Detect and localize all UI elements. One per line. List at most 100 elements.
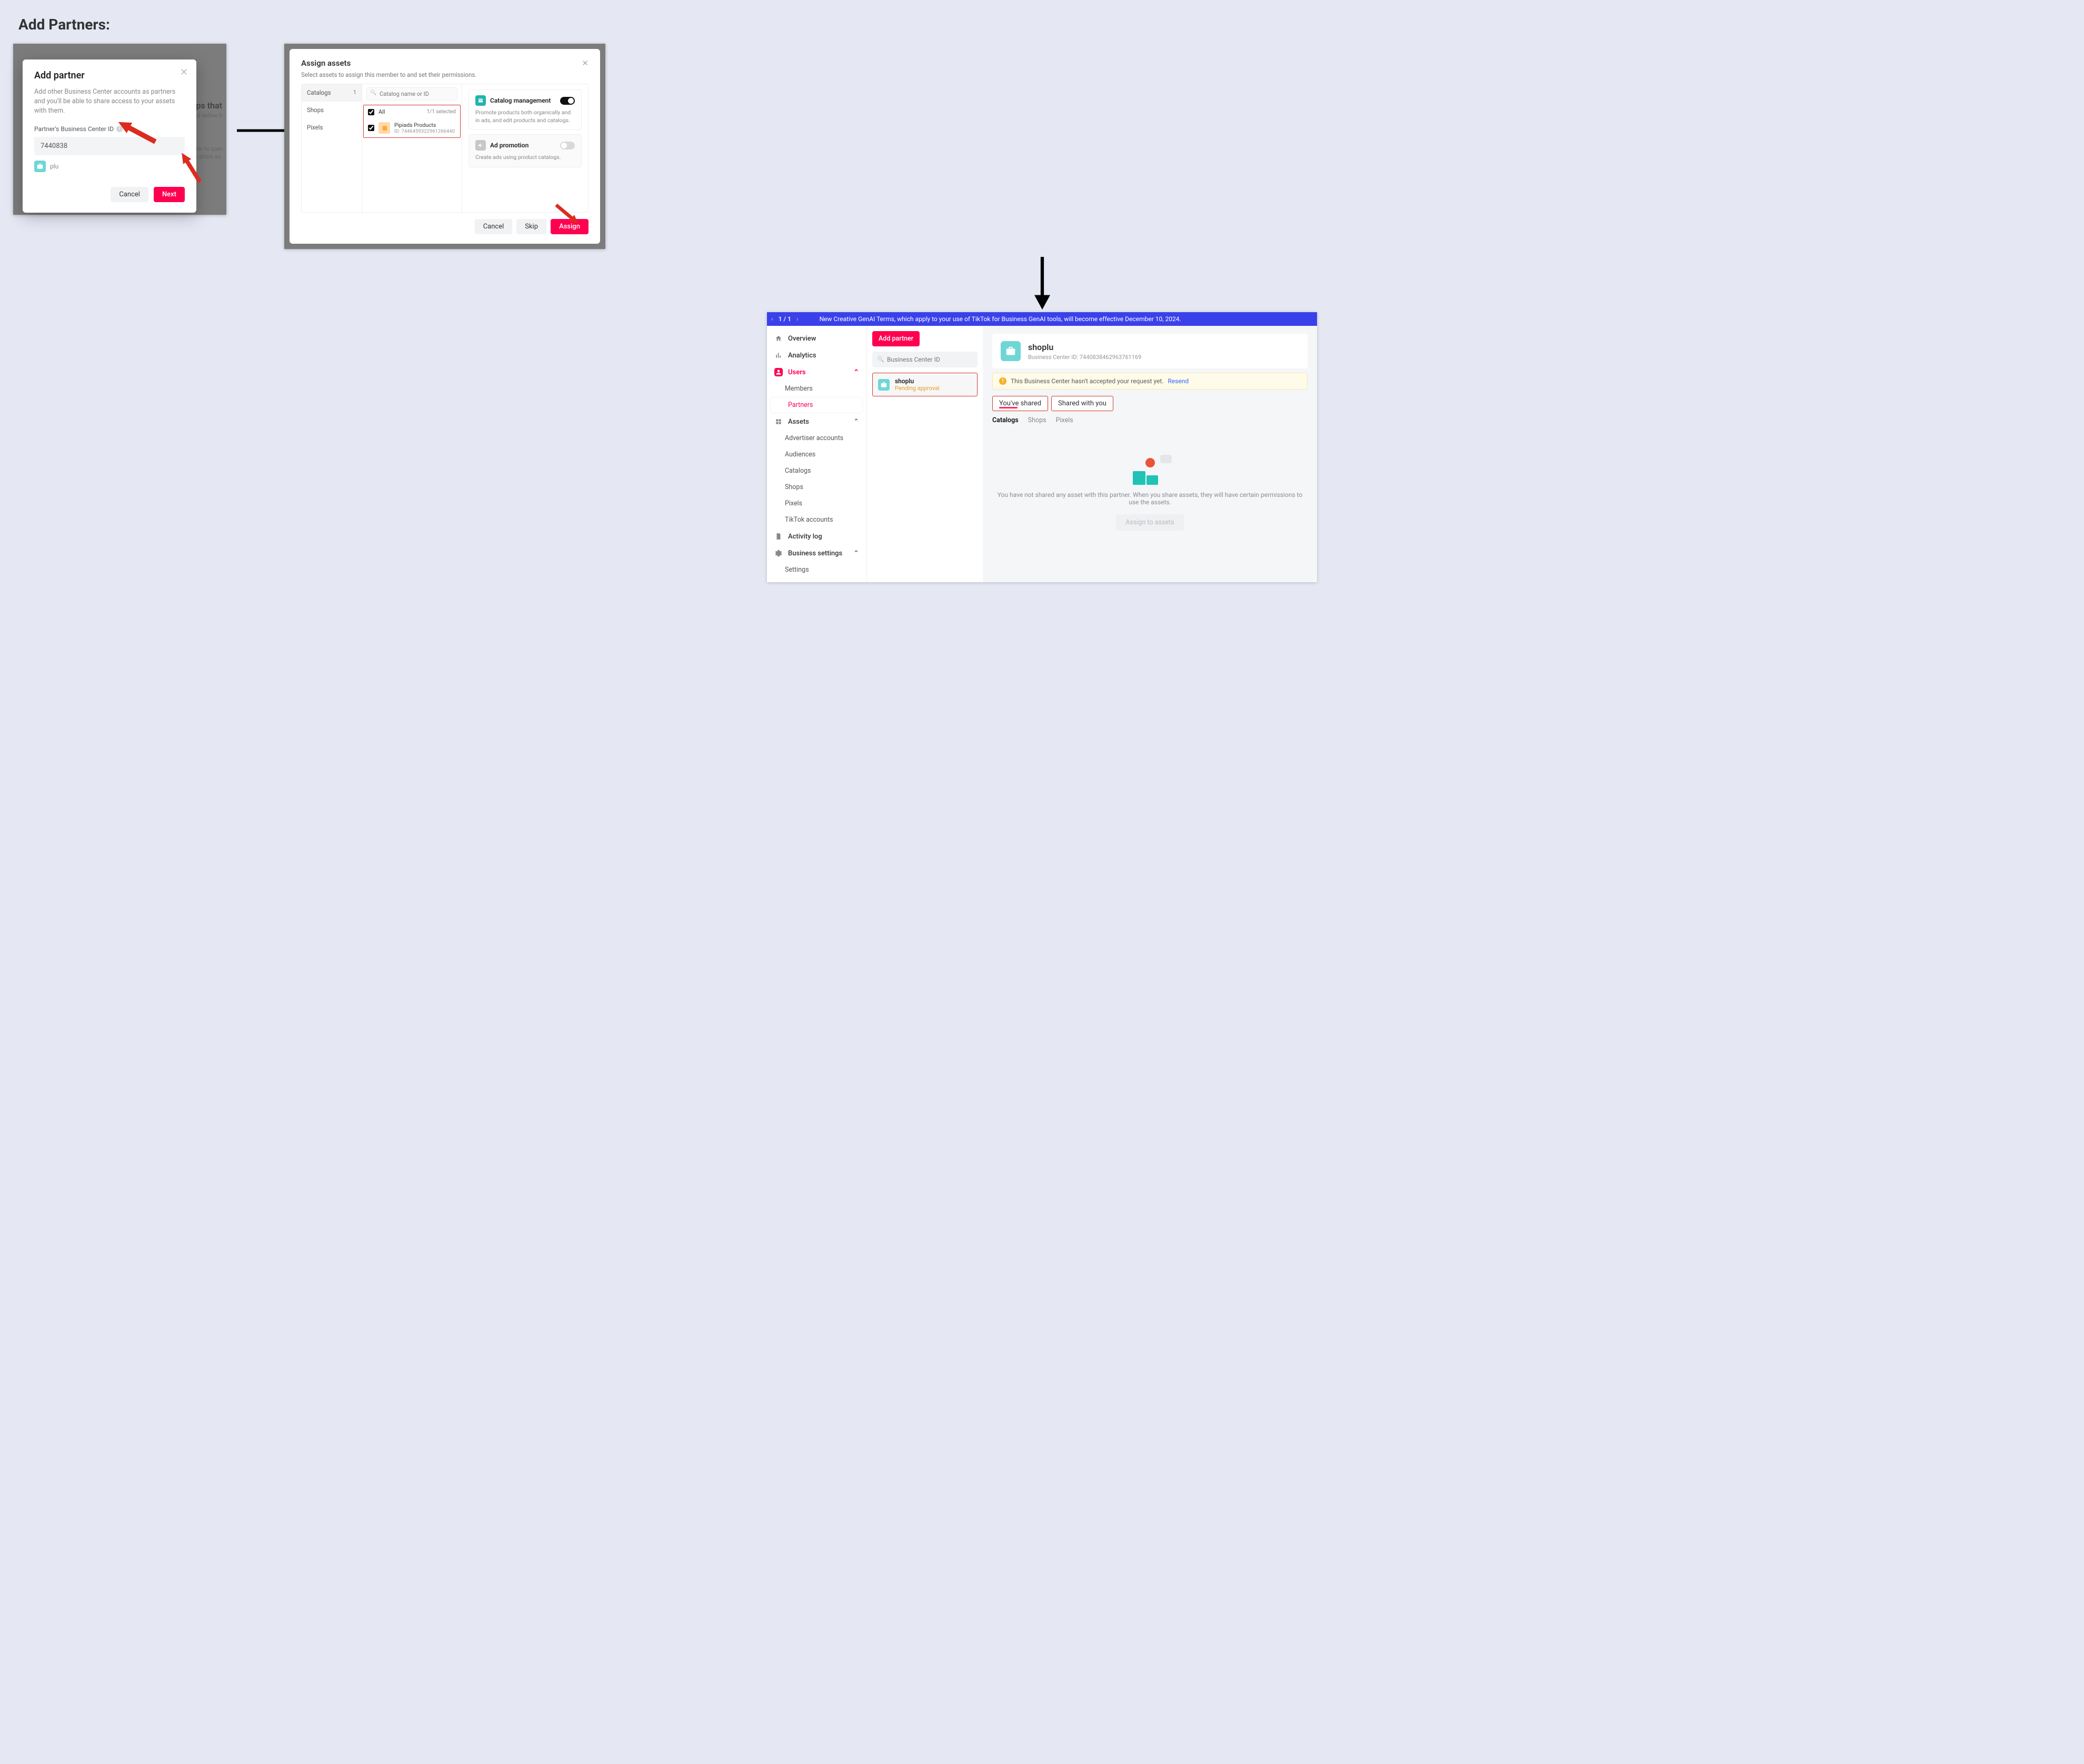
page-title: Add Partners: (18, 16, 2073, 33)
modal-title: Add partner (34, 70, 185, 81)
partner-match-name: plu (50, 163, 58, 170)
partner-detail-panel: shoplu Business Center ID: 7440838462963… (983, 326, 1317, 582)
briefcase-icon (1001, 341, 1021, 361)
subtab-catalogs[interactable]: Catalogs (992, 416, 1019, 424)
selected-counter: 1/1 selected (427, 109, 456, 115)
nav-settings[interactable]: Settings (767, 562, 866, 578)
field-label: Partner's Business Center IDi (34, 125, 185, 133)
nav-catalogs[interactable]: Catalogs (767, 463, 866, 479)
add-partner-screenshot: ips that urs and define h s Center to sp… (13, 44, 226, 215)
nav-members[interactable]: Members (767, 381, 866, 397)
catalog-search-input[interactable] (366, 87, 457, 101)
asset-subtabs: Catalogs Shops Pixels (992, 416, 1308, 424)
select-all-row[interactable]: All 1/1 selected (364, 105, 460, 118)
pager-next-icon[interactable]: › (796, 315, 799, 323)
briefcase-icon (34, 161, 46, 172)
select-all-checkbox[interactable] (368, 109, 374, 115)
nav-partners[interactable]: Partners (770, 397, 863, 413)
resend-link[interactable]: Resend (1168, 377, 1189, 385)
nav-pixels[interactable]: Pixels (767, 495, 866, 512)
empty-text: You have not shared any asset with this … (992, 491, 1308, 506)
assign-assets-modal: ✕ Assign assets Select assets to assign … (290, 49, 600, 244)
partner-card-status: Pending approval (895, 385, 940, 392)
permissions-panel: Catalog management Promote products both… (462, 84, 588, 212)
partner-title: shoplu (1028, 342, 1141, 352)
partner-list-column: Add partner shoplu Pending approval (867, 326, 983, 582)
modal-title: Assign assets (301, 58, 589, 68)
assign-to-assets-button[interactable]: Assign to assets (1116, 514, 1183, 531)
add-partner-button[interactable]: Add partner (872, 331, 920, 346)
catalog-icon (378, 122, 390, 134)
nav-overview[interactable]: Overview (767, 330, 866, 347)
tab-youve-shared[interactable]: You've shared (992, 396, 1048, 411)
nav-advertiser-accounts[interactable]: Advertiser accounts (767, 430, 866, 446)
nav-users[interactable]: Users⌃ (767, 364, 866, 381)
document-icon (774, 532, 783, 541)
annotation-highlight: All 1/1 selected Pipiads Products ID: 74… (363, 105, 461, 138)
partner-subtitle: Business Center ID: 7440838462963761169 (1028, 354, 1141, 361)
perm-description: Promote products both organically and in… (475, 109, 575, 124)
close-icon[interactable]: ✕ (180, 67, 188, 78)
partner-id-input[interactable] (34, 137, 185, 155)
warning-text: This Business Center hasn't accepted you… (1011, 377, 1163, 385)
users-icon (774, 368, 783, 376)
cancel-button[interactable]: Cancel (475, 219, 513, 234)
close-icon[interactable]: ✕ (582, 58, 589, 68)
partner-card[interactable]: shoplu Pending approval (872, 373, 978, 396)
nav-audiences[interactable]: Audiences (767, 446, 866, 463)
nav-shops[interactable]: Shops (767, 479, 866, 495)
cancel-button[interactable]: Cancel (111, 187, 148, 202)
warning-icon: ! (999, 377, 1006, 385)
asset-type-shops[interactable]: Shops (302, 102, 362, 119)
assign-assets-screenshot: ✕ Assign assets Select assets to assign … (284, 44, 605, 249)
catalog-item-checkbox[interactable] (368, 125, 374, 131)
perm-ad-promotion: Ad promotion Create ads using product ca… (468, 134, 582, 167)
announcement-banner: ‹ 1 / 1 › New Creative GenAI Terms, whic… (767, 312, 1317, 326)
skip-button[interactable]: Skip (516, 219, 546, 234)
briefcase-icon (878, 379, 890, 391)
nav-tiktok-accounts[interactable]: TikTok accounts (767, 512, 866, 528)
partner-header: shoplu Business Center ID: 7440838462963… (992, 334, 1308, 368)
grid-icon (774, 417, 783, 426)
tab-shared-with-you[interactable]: Shared with you (1051, 396, 1113, 411)
nav-assets[interactable]: Assets⌃ (767, 413, 866, 430)
subtab-shops[interactable]: Shops (1028, 416, 1046, 424)
asset-type-catalogs[interactable]: Catalogs1 (302, 84, 362, 102)
add-partner-modal: ✕ Add partner Add other Business Center … (23, 59, 196, 213)
bg-headline-fragment: ips that (194, 101, 222, 111)
flow-arrow-icon (1029, 257, 1055, 310)
catalog-management-icon (475, 95, 486, 106)
perm-title: Catalog management (490, 97, 551, 104)
gear-icon (774, 549, 783, 557)
empty-illustration (1132, 456, 1169, 485)
perm-toggle[interactable] (560, 142, 575, 150)
perm-toggle[interactable] (560, 97, 575, 105)
asset-type-list: Catalogs1 Shops Pixels (302, 84, 362, 212)
next-button[interactable]: Next (154, 187, 185, 202)
chart-icon (774, 351, 783, 360)
subtab-pixels[interactable]: Pixels (1056, 416, 1073, 424)
asset-type-pixels[interactable]: Pixels (302, 119, 362, 136)
catalog-item-row[interactable]: Pipiads Products ID: 7446459322961266440 (364, 118, 460, 137)
perm-description: Create ads using product catalogs. (475, 154, 575, 162)
banner-text: New Creative GenAI Terms, which apply to… (820, 315, 1181, 323)
modal-description: Select assets to assign this member to a… (301, 71, 589, 78)
catalog-item-name: Pipiads Products (394, 122, 455, 128)
chevron-up-icon: ⌃ (853, 550, 859, 557)
modal-description: Add other Business Center accounts as pa… (34, 87, 185, 116)
catalog-item-id: ID: 7446459322961266440 (394, 128, 455, 134)
asset-picker: All 1/1 selected Pipiads Products ID: 74… (362, 84, 462, 212)
partner-match-row[interactable]: plu (34, 161, 185, 172)
home-icon (774, 334, 783, 343)
pager-prev-icon[interactable]: ‹ (771, 315, 773, 323)
nav-business-settings[interactable]: Business settings⌃ (767, 545, 866, 562)
ad-promotion-icon (475, 140, 486, 151)
nav-activity-log[interactable]: Activity log (767, 528, 866, 545)
pending-warning: ! This Business Center hasn't accepted y… (992, 373, 1308, 390)
partner-card-name: shoplu (895, 377, 940, 385)
sidebar-nav: Overview Analytics Users⌃ Members Partne… (767, 326, 867, 582)
business-center-screenshot: ‹ 1 / 1 › New Creative GenAI Terms, whic… (767, 312, 1317, 582)
nav-analytics[interactable]: Analytics (767, 347, 866, 364)
chevron-up-icon: ⌃ (853, 418, 859, 426)
partner-search-input[interactable] (872, 352, 978, 367)
